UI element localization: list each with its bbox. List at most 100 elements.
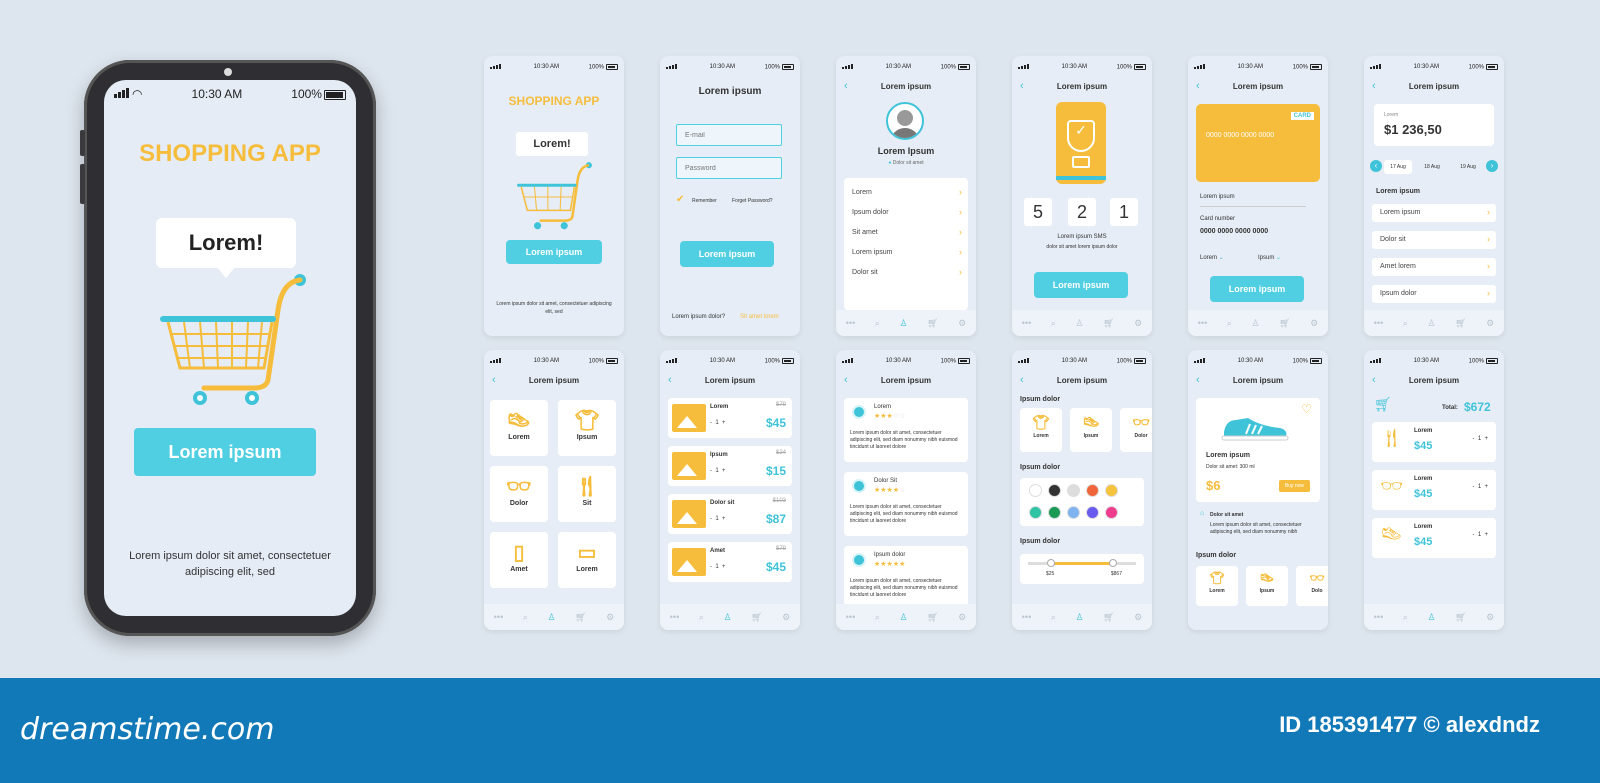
date-chip[interactable]: 19 Aug [1454, 160, 1482, 174]
cart-item[interactable]: 👟︎ Lorem $45 - 1 + [1372, 518, 1496, 558]
profile-icon[interactable]: ♙ [1075, 612, 1083, 623]
color-swatch[interactable] [1086, 484, 1099, 497]
quantity-stepper[interactable]: - 1 + [710, 516, 726, 522]
price-range-slider[interactable]: $25 $867 [1020, 554, 1144, 584]
settings-icon[interactable]: ⚙ [958, 612, 966, 623]
cart-icon[interactable]: 🛒︎ [1279, 318, 1290, 329]
cart-icon[interactable]: 🛒︎ [1103, 318, 1114, 329]
cart-icon[interactable]: 🛒︎ [927, 612, 938, 623]
profile-icon[interactable]: ♙ [1075, 318, 1083, 329]
category-tile[interactable]: 👕︎ Lorem [1196, 566, 1238, 606]
category-tile[interactable]: 👓︎ Dolor [490, 466, 548, 522]
forgot-password-link[interactable]: Forget Password? [732, 198, 773, 204]
profile-icon[interactable]: ♙ [899, 612, 907, 623]
email-field[interactable] [676, 124, 782, 146]
code-digit[interactable]: 2 [1068, 198, 1096, 226]
cart-icon[interactable]: 🛒︎ [927, 318, 938, 329]
category-tile[interactable]: 👕︎ Lorem [1020, 408, 1062, 452]
password-field[interactable] [676, 157, 782, 179]
more-icon[interactable]: ••• [1022, 318, 1031, 328]
settings-icon[interactable]: ⚙ [1134, 612, 1142, 623]
cart-item[interactable]: 👓︎ Lorem $45 - 1 + [1372, 470, 1496, 510]
profile-icon[interactable]: ♙ [1251, 318, 1259, 329]
category-tile[interactable]: 👓︎ Dolo [1296, 566, 1328, 606]
list-item[interactable]: Lorem ipsum [1372, 204, 1496, 222]
list-item[interactable]: Ipsum dolor [1372, 285, 1496, 303]
quantity-stepper[interactable]: - 1 + [1472, 532, 1488, 538]
quantity-stepper[interactable]: - 1 + [710, 564, 726, 570]
profile-icon[interactable]: ♙ [899, 318, 907, 329]
search-icon[interactable]: ⌕ [875, 318, 880, 329]
code-digit[interactable]: 5 [1024, 198, 1052, 226]
quantity-stepper[interactable]: - 1 + [710, 420, 726, 426]
more-icon[interactable]: ••• [1022, 612, 1031, 622]
profile-icon[interactable]: ♙ [547, 612, 555, 623]
cart-icon[interactable]: 🛒︎ [1455, 318, 1466, 329]
category-tile[interactable]: 👓︎ Dolor [1120, 408, 1152, 452]
color-swatch[interactable] [1029, 484, 1042, 497]
dropdown-month[interactable]: Lorem ⌄ [1200, 254, 1224, 261]
search-icon[interactable]: ⌕ [1403, 318, 1408, 329]
quantity-stepper[interactable]: - 1 + [710, 468, 726, 474]
date-chip[interactable]: 17 Aug [1384, 160, 1412, 174]
more-icon[interactable]: ••• [846, 318, 855, 328]
color-swatch[interactable] [1067, 484, 1080, 497]
search-icon[interactable]: ⌕ [699, 612, 704, 623]
product-row[interactable]: Ipsum - 1 + $24 $15 [668, 446, 792, 486]
more-icon[interactable]: ••• [1374, 612, 1383, 622]
primary-button[interactable]: Lorem ipsum [134, 428, 316, 476]
card-number-input[interactable]: 0000 0000 0000 0000 [1200, 228, 1268, 235]
product-row[interactable]: Lorem - 1 + $79 $45 [668, 398, 792, 438]
search-icon[interactable]: ⌕ [523, 612, 528, 623]
more-icon[interactable]: ••• [494, 612, 503, 622]
signup-link[interactable]: Sit amet lorem [740, 314, 779, 320]
checkbox-check-icon[interactable]: ✔ [676, 194, 684, 205]
slider-handle-max[interactable] [1109, 559, 1117, 567]
cart-icon[interactable]: 🛒︎ [1455, 612, 1466, 623]
profile-icon[interactable]: ♙ [723, 612, 731, 623]
settings-icon[interactable]: ⚙ [1134, 318, 1142, 329]
buy-now-button[interactable]: Buy now [1278, 480, 1310, 492]
menu-item[interactable]: Dolor sit [844, 264, 968, 282]
cart-icon[interactable]: 🛒︎ [1103, 612, 1114, 623]
category-tile[interactable]: ▭ Lorem [558, 532, 616, 588]
settings-icon[interactable]: ⚙ [1486, 612, 1494, 623]
color-swatch[interactable] [1086, 506, 1099, 519]
verify-button[interactable]: Lorem ipsum [1034, 272, 1128, 298]
search-icon[interactable]: ⌕ [875, 612, 880, 623]
more-icon[interactable]: ••• [670, 612, 679, 622]
next-arrow-icon[interactable]: › [1486, 160, 1498, 172]
settings-icon[interactable]: ⚙ [1310, 318, 1318, 329]
color-swatch[interactable] [1048, 506, 1061, 519]
color-swatch[interactable] [1048, 484, 1061, 497]
profile-icon[interactable]: ♙ [1427, 318, 1435, 329]
primary-button[interactable]: Lorem ipsum [506, 240, 602, 264]
product-row[interactable]: Dolor sit - 1 + $103 $87 [668, 494, 792, 534]
search-icon[interactable]: ⌕ [1051, 612, 1056, 623]
menu-item[interactable]: Lorem ipsum [844, 244, 968, 262]
category-tile[interactable]: 👕︎ Ipsum [558, 400, 616, 456]
category-tile[interactable]: ▯ Amet [490, 532, 548, 588]
cart-icon[interactable]: 🛒︎ [575, 612, 586, 623]
settings-icon[interactable]: ⚙ [782, 612, 790, 623]
color-swatch[interactable] [1105, 506, 1118, 519]
color-swatch[interactable] [1029, 506, 1042, 519]
prev-arrow-icon[interactable]: ‹ [1370, 160, 1382, 172]
cart-item[interactable]: 🍴︎ Lorem $45 - 1 + [1372, 422, 1496, 462]
search-icon[interactable]: ⌕ [1403, 612, 1408, 623]
menu-item[interactable]: Sit amet [844, 224, 968, 242]
product-row[interactable]: Amet - 1 + $79 $45 [668, 542, 792, 582]
search-icon[interactable]: ⌕ [1051, 318, 1056, 329]
cart-icon[interactable]: 🛒︎ [751, 612, 762, 623]
search-icon[interactable]: ⌕ [1227, 318, 1232, 329]
pay-button[interactable]: Lorem ipsum [1210, 276, 1304, 302]
category-tile[interactable]: 👟︎ Ipsum [1246, 566, 1288, 606]
code-digit[interactable]: 1 [1110, 198, 1138, 226]
more-icon[interactable]: ••• [846, 612, 855, 622]
heart-icon[interactable]: ♡ [1301, 402, 1312, 416]
settings-icon[interactable]: ⚙ [958, 318, 966, 329]
profile-icon[interactable]: ♙ [1427, 612, 1435, 623]
quantity-stepper[interactable]: - 1 + [1472, 484, 1488, 490]
login-button[interactable]: Lorem ipsum [680, 241, 774, 267]
menu-item[interactable]: Ipsum dolor [844, 204, 968, 222]
